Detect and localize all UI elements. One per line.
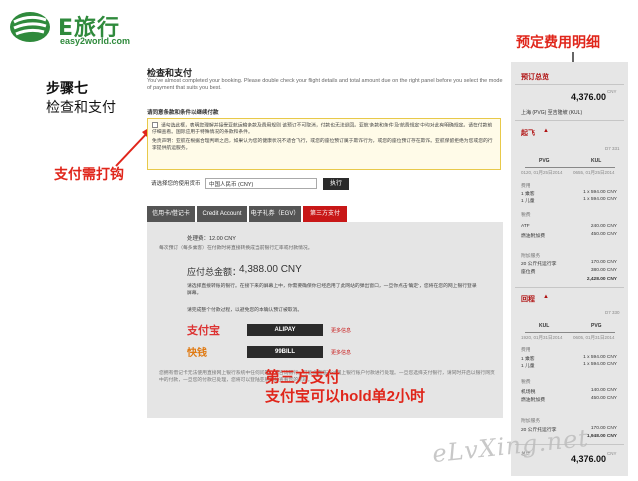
tax-atf-value: 240.00 CNY [590,224,617,229]
99bill-logo: 快钱 [187,348,207,359]
total-value: 4,388.00 CNY [239,264,302,275]
depart-subtotal: 2,428.00 CNY [586,277,617,282]
fare-child-value: 1 x 594.00 CNY [583,362,617,367]
complete-note: 请完成整个付款过程，以避免您的本确认预订被取消。 [187,308,303,313]
tax-fuel: 燃油附加费 [521,234,545,239]
depart-flight-no: D7 331 [605,146,620,151]
terms-text: 请勾选此框，表明您理解并接受亚航运输条款及费用规则 该预订不可取消，付款也无法退… [152,123,493,135]
flight-line [525,332,615,333]
step-subtitle: 检查和支付 [46,99,116,115]
alipay-logo: 支付宝 [187,324,220,337]
terms-box: 请勾选此框，表明您理解并接受亚航运输条款及费用规则 该预订不可取消，付款也无法退… [147,118,501,170]
summary-total: 4,376.00 [571,92,607,102]
tax-fuel: 燃油附加费 [521,398,545,403]
processing-fee: 处理费：12.00 CNY [187,236,236,242]
tax-airport-value: 140.00 CNY [590,388,617,393]
bottom-total: 4,376.00 [571,454,607,464]
brand-domain: easy2world.com [60,36,131,46]
bank-note: 请选择直接转账的银行。在接下来的屏幕上中，你需要确保你已经启用了此网站的弹出窗口… [187,284,477,296]
hold-annotation: 支付宝可以hold单2小时 [265,388,425,405]
depart-from: PVG [539,158,550,164]
depart-from-time: 0120, 01月25日2014 [521,170,563,175]
execute-button[interactable]: 执行 [323,178,349,190]
return-to-time: 0605, 01月31日2014 [573,335,615,340]
addon-title: 附加服务 [521,419,541,424]
fare-adult: 1 乘客 [521,357,535,362]
fare-adult-value: 1 x 594.00 CNY [583,190,617,195]
fare-adult-value: 1 x 594.00 CNY [583,355,617,360]
divider [515,120,624,121]
fare-child-value: 1 x 594.00 CNY [583,197,617,202]
route-text: 上海 (PVG) 至吉隆坡 (KUL) [521,110,583,116]
expand-up-icon[interactable]: ▲ [543,128,549,134]
99bill-button[interactable]: 99BILL [247,346,323,358]
depart-title: 起飞 [521,130,535,137]
disclaimer-text: 免责声明：亚航在根据合理判断之后，如果认为您的健康状况不适合飞行，或您的座位预订… [152,139,493,151]
addon-seat-value: 380.00 CNY [590,268,617,273]
addon-title: 附加服务 [521,254,541,259]
return-to: PVG [591,323,602,329]
brand-logo: E旅行 easy2world.com [8,8,148,48]
addon-bag: 20 公斤托运行李 [521,262,557,267]
depart-to: KUL [591,158,602,164]
tab-egv[interactable]: 电子礼券（EGV） [249,206,301,222]
terms-checkbox[interactable] [152,122,158,128]
divider [515,287,624,288]
divider [515,84,624,85]
alipay-more-link[interactable]: 更多信息 [331,327,351,334]
return-flight-no: D7 330 [605,310,620,315]
price-panel: 预订总览 4,376.00 CNY 上海 (PVG) 至吉隆坡 (KUL) 起飞… [511,62,628,476]
depart-to-time: 0655, 01月25日2014 [573,170,615,175]
addon-bag-value: 170.00 CNY [590,260,617,265]
total-label: 应付总金额： [187,267,242,277]
99bill-more-link[interactable]: 更多信息 [331,349,351,356]
fare-title: 费用 [521,184,531,189]
booking-summary-title: 预订总览 [521,74,549,81]
currency-select[interactable]: 中国人民币 (CNY) [205,178,317,189]
alipay-button[interactable]: ALIPAY [247,324,323,336]
fare-adult: 1 乘客 [521,192,535,197]
terms-title: 请同意条款和条件以继续付款 [147,110,219,116]
addon-seat: 座位费 [521,270,536,275]
fare-child: 1 儿童 [521,199,535,204]
bottom-currency: CNY [607,451,617,456]
tax-title: 税费 [521,380,531,385]
fare-child: 1 儿童 [521,364,535,369]
price-detail-annotation: 预定费用明细 [516,34,600,50]
return-title: 回程 [521,296,535,303]
tab-third-party[interactable]: 第三方支付 [303,206,347,222]
return-from: KUL [539,323,550,329]
tab-credit-card[interactable]: 信用卡/借记卡 [147,206,195,222]
return-from-time: 1920, 01月31日2014 [521,335,563,340]
payment-note: 每次预订（每多乘客）在付款时将直接转换成当前银行汇率或付款情况。 [159,246,313,251]
expand-up-icon[interactable]: ▲ [543,294,549,300]
tax-title: 税费 [521,213,531,218]
third-party-annotation: 第三方支付 [265,369,341,386]
logo-swoosh-icon [10,12,50,42]
currency-label: 请选择您的使用货币 [151,181,201,187]
fare-title: 费用 [521,348,531,353]
tax-atf: ATF [521,224,530,229]
tax-airport: 机场税 [521,390,536,395]
tax-fuel-value: 450.00 CNY [590,232,617,237]
step-title: 步骤七 [46,80,88,96]
page-description: You've almost completed your booking. Pl… [147,78,503,91]
flight-line [525,167,615,168]
summary-currency: CNY [607,89,617,94]
tax-fuel-value: 450.00 CNY [590,396,617,401]
tab-credit-account[interactable]: Credit Account [197,206,247,222]
